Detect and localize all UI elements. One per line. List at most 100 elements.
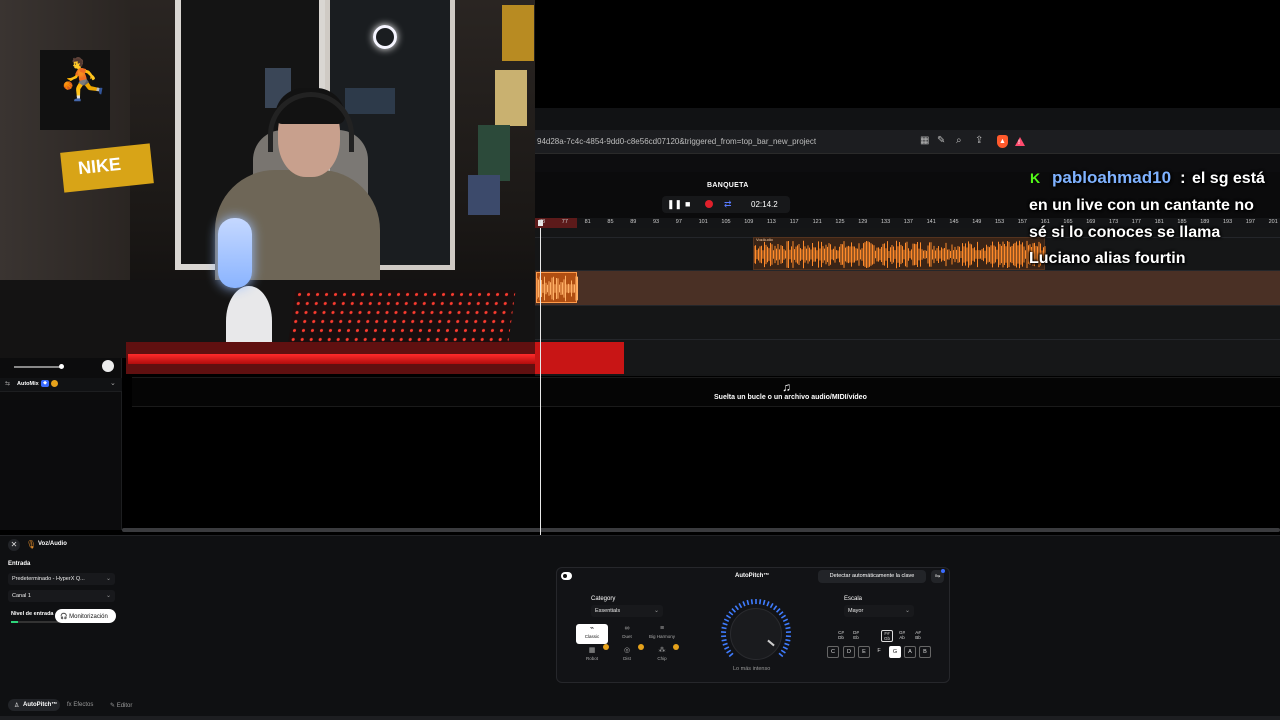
ai-badge-icon: ◆ <box>41 380 49 387</box>
audio-clip-small[interactable] <box>536 272 578 303</box>
track-divider <box>535 305 1280 306</box>
style-big-harmony-button[interactable]: ≡ Big Harmony <box>646 624 678 644</box>
note-button-a[interactable]: A <box>904 646 916 658</box>
webcam-monitor <box>345 88 395 114</box>
ruler-tick-label: 177 <box>1131 219 1141 225</box>
automix-icon: ⇆ <box>5 381 11 387</box>
ruler-tick-label: 185 <box>1177 219 1187 225</box>
style-classic-button[interactable]: ⌁ Classic <box>576 624 608 644</box>
style-label: Robot <box>585 656 598 661</box>
ruler-tick-label: 105 <box>721 219 731 225</box>
webcam-poster <box>468 175 500 215</box>
music-note-icon: ♫ <box>782 380 791 394</box>
volume-slider-handle[interactable] <box>59 364 64 369</box>
note-button-csharp[interactable]: C# Db <box>835 630 847 640</box>
ruler-tick-label: 189 <box>1200 219 1210 225</box>
note-button-e[interactable]: E <box>858 646 870 658</box>
chat-message-line: el sg está <box>1192 170 1265 187</box>
input-level-label: Nivel de entrada <box>11 611 54 617</box>
detect-key-button[interactable]: Detectar automáticamente la clave <box>818 570 926 583</box>
empty-timeline[interactable] <box>122 407 1280 529</box>
ruler-tick-label: 137 <box>903 219 913 225</box>
address-bar[interactable]: 94d28a-7c4c-4854-9dd0-c8e56cd07120&trigg… <box>535 130 1280 154</box>
brave-icon[interactable]: ▲ <box>997 135 1008 148</box>
track-lane[interactable] <box>535 340 1280 374</box>
horizontal-scrollbar[interactable] <box>122 528 1280 532</box>
scale-dropdown[interactable]: Mayor ⌄ <box>844 605 914 617</box>
monitoring-button[interactable]: 🎧 Monitorización <box>55 609 116 623</box>
tab-efectos[interactable]: fx Efectos <box>67 702 93 708</box>
scale-label: Escala <box>844 596 863 602</box>
tab-label: Editor <box>116 703 133 709</box>
webcam-shoebox-logo: NIKE <box>77 153 122 179</box>
automix-label: AutoMix <box>17 381 39 387</box>
knob-caption: Lo más intenso <box>733 666 771 672</box>
style-label: Chip <box>657 656 667 661</box>
recording-clip-active[interactable] <box>535 342 624 374</box>
note-button-c[interactable]: C <box>827 646 839 658</box>
power-toggle-knob <box>563 574 567 578</box>
duet-icon: ∞ <box>624 625 630 632</box>
note-button-gsharp[interactable]: G# Ab <box>896 630 908 640</box>
intensity-knob[interactable] <box>730 608 782 660</box>
input-device-dropdown[interactable]: Predeterminado - HyperX Q... ⌄ <box>8 573 115 585</box>
ruler-tick-label: 93 <box>653 219 660 225</box>
ruler-tick-label: 97 <box>675 219 682 225</box>
channel-dropdown[interactable]: Canal 1 ⌄ <box>8 590 115 602</box>
note-button-b[interactable]: B <box>919 646 931 658</box>
browser-tab-bar <box>535 108 1280 130</box>
ruler-tick-label: 197 <box>1245 219 1255 225</box>
monitoring-label: Monitorización <box>69 614 108 620</box>
chat-message-line: Luciano alias fourtin <box>1029 250 1186 267</box>
chevron-down-icon[interactable]: ⌄ <box>110 379 116 387</box>
webcam-poster <box>502 5 534 61</box>
stop-button[interactable]: ■ <box>685 199 690 209</box>
warning-icon[interactable] <box>1015 137 1025 146</box>
pan-knob[interactable] <box>102 360 114 372</box>
audio-clip[interactable] <box>753 237 1046 270</box>
ruler-tick-label: 133 <box>881 219 891 225</box>
search-icon[interactable]: ⌕ <box>956 135 962 146</box>
note-button-f[interactable]: F <box>873 646 885 658</box>
drop-zone[interactable] <box>132 377 1280 407</box>
note-button-asharp[interactable]: A# Bb <box>912 630 924 640</box>
ruler-tick-label: 101 <box>698 219 708 225</box>
note-button-g[interactable]: G <box>889 646 901 658</box>
chevron-down-icon: ⌄ <box>105 593 111 599</box>
volume-slider[interactable] <box>14 366 62 368</box>
style-duet-button[interactable]: ∞ Duet <box>611 624 643 644</box>
loop-button[interactable]: ⇄ <box>724 199 732 210</box>
record-button[interactable] <box>705 200 713 208</box>
panel-title: Voz/Audio <box>38 541 67 547</box>
note-button-dsharp[interactable]: D# Eb <box>850 630 862 640</box>
pause-button[interactable]: ❚❚ <box>667 199 682 210</box>
grid-icon[interactable]: ▦ <box>920 135 929 146</box>
input-level-meter-fill <box>11 621 18 623</box>
notification-dot <box>941 569 945 573</box>
premium-coin-icon <box>638 644 644 650</box>
playhead[interactable] <box>540 228 541 535</box>
webcam-jordan-logo: ⛹ <box>58 58 108 102</box>
edit-icon[interactable]: ✎ <box>937 135 945 146</box>
close-button[interactable]: ✕ <box>8 539 20 551</box>
classic-icon: ⌁ <box>589 625 595 632</box>
ruler-tick-label: 161 <box>1040 219 1050 225</box>
project-name[interactable]: BANQUETA <box>707 182 749 189</box>
top-black-area <box>535 0 1280 108</box>
style-label: Dist <box>623 656 631 661</box>
note-button-fsharp[interactable]: F# Gb <box>881 630 893 642</box>
ruler-tick-label: 73 <box>539 219 546 225</box>
note-button-d[interactable]: D <box>843 646 855 658</box>
ruler-tick-label: 85 <box>607 219 614 225</box>
clip-label: VozAudio <box>756 237 773 242</box>
ruler-tick-label: 193 <box>1223 219 1233 225</box>
address-bar-url[interactable]: 94d28a-7c4c-4854-9dd0-c8e56cd07120&trigg… <box>537 137 816 146</box>
ruler-tick-label: 145 <box>949 219 959 225</box>
track-lane-selected[interactable] <box>535 271 1280 305</box>
drop-hint: Suelta un bucle o un archivo audio/MIDI/… <box>714 394 867 401</box>
webcam-poster <box>495 70 527 126</box>
share-icon[interactable]: ⇪ <box>975 135 983 146</box>
category-dropdown[interactable]: Essentials ⌄ <box>591 605 663 617</box>
ruler-tick-label: 169 <box>1086 219 1096 225</box>
tab-editor[interactable]: ✎ Editor <box>110 702 132 709</box>
